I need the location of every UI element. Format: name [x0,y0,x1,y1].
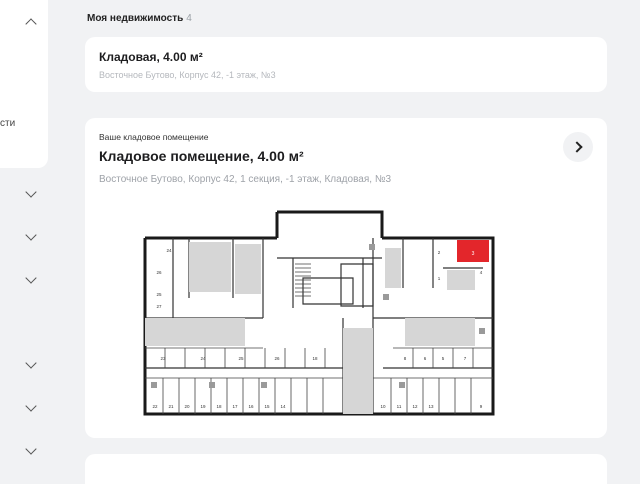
room-label: 24 [166,248,172,253]
room-label: 13 [428,404,434,409]
chevron-down-icon [25,229,37,241]
room-label: 7 [464,356,467,361]
room-label: 5 [442,356,445,361]
room-label: 22 [152,404,158,409]
room-label: 18 [216,404,222,409]
room-label: 6 [424,356,427,361]
property-address: Восточное Бутово, Корпус 42, -1 этаж, №3 [99,70,276,80]
storage-address: Восточное Бутово, Корпус 42, 1 секция, -… [99,174,392,185]
sidebar-row-3[interactable] [0,268,62,290]
room-label: 18 [312,356,318,361]
room-label: 17 [232,404,238,409]
sidebar-item-label[interactable]: сти [0,118,15,129]
open-arrow-button[interactable] [563,132,593,162]
room-label: 24 [200,356,206,361]
property-card[interactable]: Кладовая, 4.00 м² Восточное Бутово, Корп… [85,37,607,92]
room-label: 1 [438,276,441,281]
room-label: 26 [274,356,280,361]
room-label: 23 [160,356,166,361]
room-label: 10 [380,404,386,409]
section-title: Моя недвижимость 4 [87,13,192,24]
room-label: 8 [404,356,407,361]
room-label: 14 [280,404,286,409]
chevron-right-icon [571,141,583,153]
sidebar-row-4[interactable] [0,353,62,375]
sidebar-row-5[interactable] [0,396,62,418]
sidebar: сти [0,0,62,475]
chevron-up-icon[interactable] [25,18,37,30]
sidebar-card: сти [0,0,48,168]
room-label: 15 [264,404,270,409]
chevron-down-icon [25,186,37,198]
sidebar-row-1[interactable] [0,182,62,204]
room-label: 11 [397,404,402,409]
storage-card[interactable]: Ваше кладовое помещение Кладовое помещен… [85,118,607,438]
room-label: 2 [438,250,441,255]
room-label: 27 [156,304,162,309]
property-title: Кладовая, 4.00 м² [99,50,203,64]
room-label: 12 [412,404,418,409]
room-label: 4 [480,270,483,275]
sidebar-row-2[interactable] [0,225,62,247]
storage-title: Кладовое помещение, 4.00 м² [99,148,304,164]
room-label: 26 [156,270,162,275]
sidebar-row-6[interactable] [0,439,62,461]
room-label: 20 [184,404,190,409]
room-label: 25 [238,356,244,361]
floor-plan: 3 24 26 25 27 23 24 25 26 18 8 6 5 7 22 … [143,210,495,416]
room-label: 9 [480,404,483,409]
chevron-down-icon [25,272,37,284]
room-label: 25 [156,292,162,297]
chevron-down-icon [25,357,37,369]
section-count: 4 [186,13,192,24]
next-card-edge [85,454,607,484]
chevron-down-icon [25,400,37,412]
highlighted-unit-label: 3 [472,251,475,257]
room-label: 16 [248,404,254,409]
section-title-text: Моя недвижимость [87,13,184,24]
storage-eyebrow: Ваше кладовое помещение [99,132,209,142]
room-label: 19 [200,404,206,409]
room-label: 21 [168,404,174,409]
chevron-down-icon [25,443,37,455]
